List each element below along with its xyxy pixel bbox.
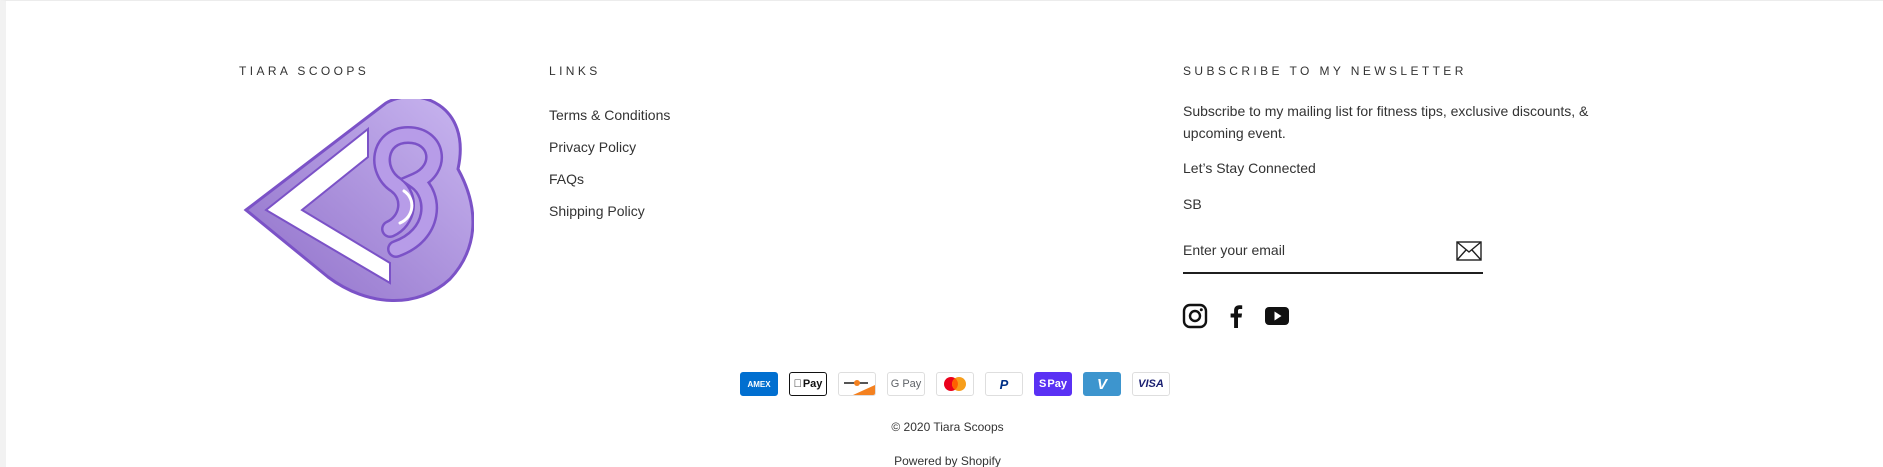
newsletter-form: [1183, 238, 1483, 274]
envelope-icon: [1456, 240, 1482, 261]
newsletter-description: Subscribe to my mailing list for fitness…: [1183, 100, 1588, 144]
footer-link-privacy[interactable]: Privacy Policy: [549, 138, 670, 170]
mastercard-icon: [936, 372, 974, 396]
shop-pay-icon: S Pay: [1034, 372, 1072, 396]
apple-pay-icon: Pay: [789, 372, 827, 396]
instagram-icon[interactable]: [1182, 303, 1208, 329]
google-pay-icon: G Pay: [887, 372, 925, 396]
heart-s-logo-icon: [243, 99, 474, 302]
newsletter-description-line-2: upcoming event.: [1183, 125, 1286, 141]
copyright-text: © 2020 Tiara Scoops: [891, 420, 1004, 434]
mastercard-graphic: [944, 377, 966, 391]
footer-link-terms[interactable]: Terms & Conditions: [549, 106, 670, 138]
venmo-icon: V: [1083, 372, 1121, 396]
apple-pay-label: Pay: [798, 378, 823, 390]
paypal-icon: P: [985, 372, 1023, 396]
footer-link-faqs[interactable]: FAQs: [549, 170, 670, 202]
visa-icon: VISA: [1132, 372, 1170, 396]
newsletter-signature: SB: [1183, 196, 1202, 212]
discover-graphic: [844, 380, 875, 395]
newsletter-tagline: Let’s Stay Connected: [1183, 160, 1316, 176]
shop-pay-label: Pay: [1047, 378, 1067, 390]
site-footer: TIARA SCOOPS LINKS Terms & Conditions Pr…: [0, 0, 1883, 467]
newsletter-description-line-1: Subscribe to my mailing list for fitness…: [1183, 103, 1589, 119]
youtube-icon[interactable]: [1264, 303, 1290, 329]
email-input[interactable]: [1183, 238, 1433, 262]
links-heading: LINKS: [549, 64, 601, 78]
powered-by-link[interactable]: Powered by Shopify: [6, 454, 1883, 467]
amex-icon: AMEX: [740, 372, 778, 396]
brand-heading: TIARA SCOOPS: [239, 64, 370, 78]
footer-links-list: Terms & Conditions Privacy Policy FAQs S…: [549, 106, 670, 234]
subscribe-button[interactable]: [1455, 240, 1483, 264]
facebook-icon[interactable]: [1223, 303, 1249, 329]
newsletter-heading: SUBSCRIBE TO MY NEWSLETTER: [1183, 64, 1467, 78]
footer-link-shipping[interactable]: Shipping Policy: [549, 202, 670, 234]
payment-icons: AMEX Pay G Pay P SPay V VISA: [740, 372, 1170, 396]
discover-icon: [838, 372, 876, 396]
